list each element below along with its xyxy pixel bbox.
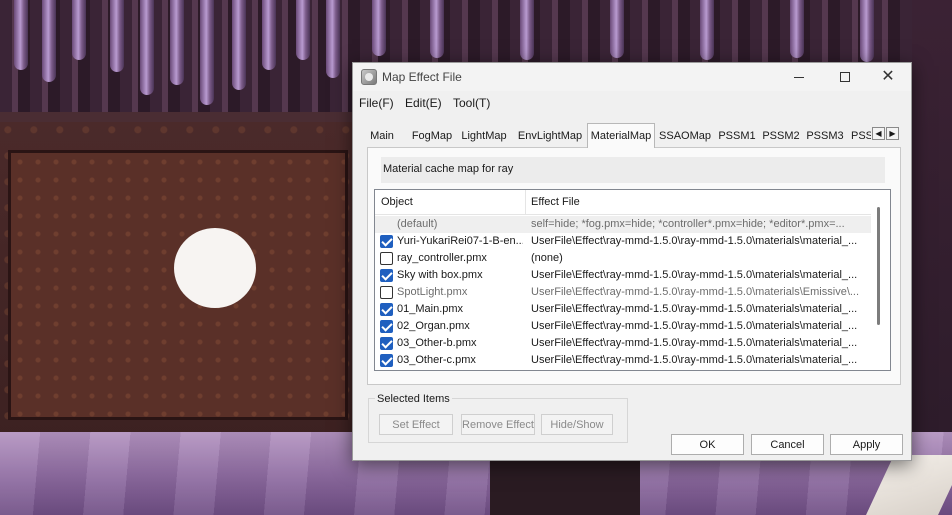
close-button[interactable]: ✕ bbox=[865, 63, 911, 91]
selected-items-label: Selected Items bbox=[375, 393, 452, 405]
column-object[interactable]: Object bbox=[375, 190, 525, 215]
chevron-left-icon: ◀ bbox=[875, 129, 882, 138]
apply-button[interactable]: Apply bbox=[830, 434, 903, 455]
row-object-name: Yuri-YukariRei07-1-B-en... bbox=[397, 235, 523, 247]
maximize-button[interactable] bbox=[822, 63, 868, 91]
row-effect-file: UserFile\Effect\ray-mmd-1.5.0\ray-mmd-1.… bbox=[531, 354, 858, 366]
maximize-icon bbox=[840, 72, 850, 82]
title-bar[interactable]: Map Effect File ✕ bbox=[353, 63, 911, 91]
table-row[interactable]: Yuri-YukariRei07-1-B-en... UserFile\Effec… bbox=[375, 233, 871, 250]
row-effect-file: UserFile\Effect\ray-mmd-1.5.0\ray-mmd-1.… bbox=[531, 269, 858, 281]
table-row[interactable]: ray_controller.pmx (none) bbox=[375, 250, 871, 267]
minimize-icon bbox=[794, 76, 804, 78]
tab-pssm2[interactable]: PSSM2 bbox=[761, 126, 801, 147]
organ-pipe bbox=[430, 0, 444, 58]
remove-effect-button[interactable]: Remove Effect bbox=[461, 414, 535, 435]
row-object-name: (default) bbox=[397, 218, 438, 230]
row-checkbox[interactable] bbox=[380, 235, 393, 248]
organ-pipe bbox=[42, 0, 56, 82]
organ-pipe bbox=[110, 0, 124, 72]
ok-button[interactable]: OK bbox=[671, 434, 744, 455]
organ-pipe bbox=[860, 0, 874, 62]
list-scrollbar[interactable] bbox=[877, 207, 880, 325]
row-effect-file: UserFile\Effect\ray-mmd-1.5.0\ray-mmd-1.… bbox=[531, 286, 860, 298]
row-effect-file: UserFile\Effect\ray-mmd-1.5.0\ray-mmd-1.… bbox=[531, 235, 858, 247]
organ-pipe bbox=[200, 0, 214, 105]
tab-pssm1[interactable]: PSSM1 bbox=[717, 126, 757, 147]
chevron-right-icon: ▶ bbox=[889, 129, 896, 138]
tab-scroll-left[interactable]: ◀ bbox=[872, 127, 885, 140]
menu-tool[interactable]: Tool(T) bbox=[453, 96, 490, 110]
row-checkbox[interactable] bbox=[380, 286, 393, 299]
table-row[interactable]: 03_Other-c.pmx UserFile\Effect\ray-mmd-1.… bbox=[375, 352, 871, 369]
row-object-name: Sky with box.pmx bbox=[397, 269, 483, 281]
tab-ssaomap[interactable]: SSAOMap bbox=[657, 126, 713, 147]
table-row[interactable]: Sky with box.pmx UserFile\Effect\ray-mmd-… bbox=[375, 267, 871, 284]
set-effect-button[interactable]: Set Effect bbox=[379, 414, 453, 435]
organ-pipe bbox=[72, 0, 86, 60]
table-row[interactable]: 02_Organ.pmx UserFile\Effect\ray-mmd-1.5.… bbox=[375, 318, 871, 335]
tab-scroll-right[interactable]: ▶ bbox=[886, 127, 899, 140]
organ-pipe bbox=[296, 0, 310, 60]
row-checkbox[interactable] bbox=[380, 337, 393, 350]
row-object-name: 02_Organ.pmx bbox=[397, 320, 470, 332]
white-circle bbox=[174, 228, 256, 308]
organ-pipe bbox=[232, 0, 246, 90]
organ-pipe bbox=[14, 0, 28, 70]
row-checkbox[interactable] bbox=[380, 303, 393, 316]
row-checkbox[interactable] bbox=[380, 269, 393, 282]
minimize-button[interactable] bbox=[776, 63, 822, 91]
tab-pssm3[interactable]: PSSM3 bbox=[805, 126, 845, 147]
table-row[interactable]: 03_Other-b.pmx UserFile\Effect\ray-mmd-1.… bbox=[375, 335, 871, 352]
organ-pipe bbox=[520, 0, 534, 60]
table-row[interactable]: (default) self=hide; *fog.pmx=hide; *cont… bbox=[375, 216, 871, 233]
tab-materialmap[interactable]: MaterialMap bbox=[587, 123, 655, 148]
hide-show-button[interactable]: Hide/Show bbox=[541, 414, 613, 435]
row-checkbox[interactable] bbox=[380, 354, 393, 367]
tab-main[interactable]: Main bbox=[367, 126, 397, 147]
close-icon: ✕ bbox=[881, 68, 895, 85]
organ-pipe bbox=[326, 0, 340, 78]
organ-pipe bbox=[170, 0, 184, 85]
floor-shadow bbox=[490, 455, 640, 515]
tab-lightmap[interactable]: LightMap bbox=[459, 126, 509, 147]
cancel-button[interactable]: Cancel bbox=[751, 434, 824, 455]
organ-pipe bbox=[610, 0, 624, 58]
tab-fogmap[interactable]: FogMap bbox=[409, 126, 455, 147]
row-checkbox[interactable] bbox=[380, 320, 393, 333]
tab-pssm4[interactable]: PSSM bbox=[847, 126, 871, 147]
row-object-name: SpotLight.pmx bbox=[397, 286, 468, 298]
map-effect-file-dialog: Map Effect File ✕ File(F) Edit(E) Tool(T… bbox=[352, 62, 912, 461]
row-effect-file: (none) bbox=[531, 252, 563, 264]
menu-bar: File(F) Edit(E) Tool(T) bbox=[353, 93, 911, 113]
tab-strip: Main FogMap LightMap EnvLightMap Materia… bbox=[367, 123, 901, 148]
tab-description: Material cache map for ray bbox=[381, 157, 885, 183]
organ-pipe bbox=[140, 0, 154, 95]
row-effect-file: UserFile\Effect\ray-mmd-1.5.0\ray-mmd-1.… bbox=[531, 337, 858, 349]
organ-pipe bbox=[790, 0, 804, 58]
row-object-name: ray_controller.pmx bbox=[397, 252, 487, 264]
organ-pipe bbox=[372, 0, 386, 56]
menu-file[interactable]: File(F) bbox=[359, 96, 394, 110]
column-effect-file[interactable]: Effect File bbox=[525, 190, 871, 215]
window-title: Map Effect File bbox=[382, 70, 462, 84]
table-row[interactable]: 01_Main.pmx UserFile\Effect\ray-mmd-1.5.0… bbox=[375, 301, 871, 318]
menu-edit[interactable]: Edit(E) bbox=[405, 96, 442, 110]
row-object-name: 03_Other-c.pmx bbox=[397, 354, 476, 366]
row-effect-file: self=hide; *fog.pmx=hide; *controller*.p… bbox=[531, 218, 845, 230]
organ-pipe bbox=[262, 0, 276, 70]
table-row[interactable]: SpotLight.pmx UserFile\Effect\ray-mmd-1.5… bbox=[375, 284, 871, 301]
object-effect-list[interactable]: Object Effect File (default) self=hide; *… bbox=[374, 189, 891, 371]
row-object-name: 01_Main.pmx bbox=[397, 303, 464, 315]
tab-envlightmap[interactable]: EnvLightMap bbox=[515, 126, 585, 147]
materialmap-page: Material cache map for ray Object Effect… bbox=[367, 147, 901, 385]
row-object-name: 03_Other-b.pmx bbox=[397, 337, 477, 349]
row-checkbox[interactable] bbox=[380, 252, 393, 265]
row-effect-file: UserFile\Effect\ray-mmd-1.5.0\ray-mmd-1.… bbox=[531, 303, 858, 315]
list-header: Object Effect File bbox=[375, 190, 871, 215]
row-effect-file: UserFile\Effect\ray-mmd-1.5.0\ray-mmd-1.… bbox=[531, 320, 858, 332]
organ-pipe bbox=[700, 0, 714, 60]
app-icon bbox=[361, 69, 377, 85]
